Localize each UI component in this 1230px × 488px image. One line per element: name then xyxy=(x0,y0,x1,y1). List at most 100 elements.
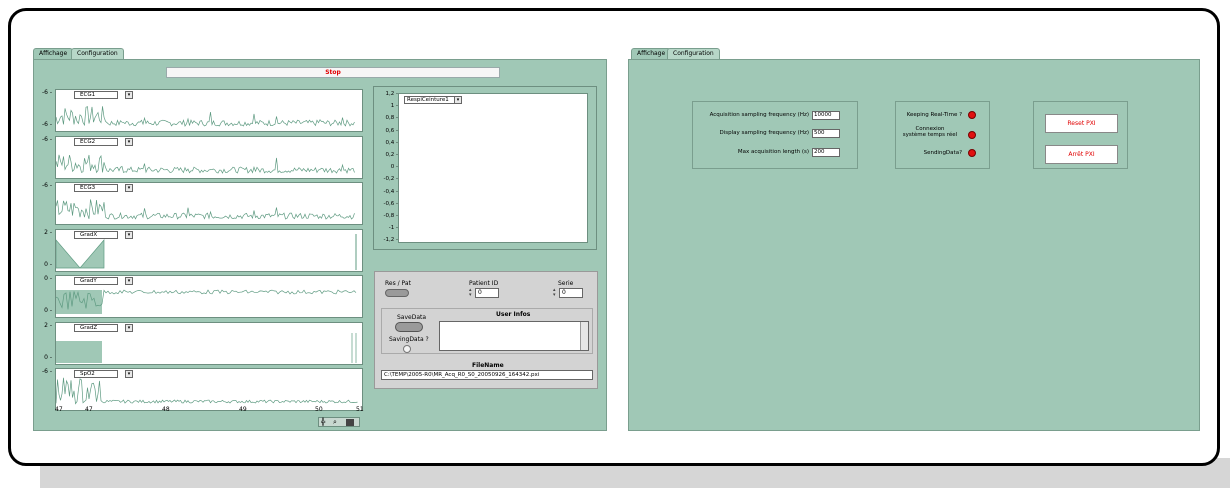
pan-tool-icon[interactable] xyxy=(346,419,354,426)
user-infos-textarea[interactable] xyxy=(439,321,589,351)
keeping-realtime-led xyxy=(968,111,976,119)
tab-configuration[interactable]: Configuration xyxy=(71,48,124,59)
reset-pxi-button[interactable]: Reset PXI xyxy=(1045,114,1118,133)
waveform-fill xyxy=(56,340,102,363)
x-tick: 51 xyxy=(356,406,364,413)
chevron-down-icon[interactable]: ▾ xyxy=(125,91,133,99)
channel-select-gradz[interactable]: GradZ xyxy=(74,323,118,332)
resp-y-tick: -0,8 - xyxy=(383,213,398,219)
respiration-plot-area: RespiCeinture1 ▾ xyxy=(398,93,588,243)
serie-field[interactable]: 0 xyxy=(559,288,583,298)
waveform-trace xyxy=(56,199,355,220)
save-data-label: SaveData xyxy=(397,314,427,321)
connexion-led xyxy=(968,131,976,139)
y-tick: -6 - xyxy=(41,368,52,375)
strip-chart-ecg2: ECG2 ▾ xyxy=(55,135,363,179)
strip-chart-ecg1: ECG1 ▾ xyxy=(55,89,363,132)
sending-data-label: SendingData? xyxy=(923,150,962,156)
chevron-down-icon[interactable]: ▾ xyxy=(125,137,133,146)
y-tick: 0 - xyxy=(44,353,52,361)
strip-chart-ecg3: ECG3 ▾ xyxy=(55,182,363,225)
y-tick: 0 - xyxy=(44,307,52,314)
sending-data-led xyxy=(968,149,976,157)
strip-chart-grady: GradY ▾ xyxy=(55,275,363,318)
channel-select-grady[interactable]: GradY xyxy=(74,277,118,285)
patient-id-stepper-icon[interactable]: ▴ ▾ xyxy=(469,288,474,298)
y-tick: -6 - xyxy=(41,135,52,143)
respiration-chart: 1,2 - 1 - 0,8 - 0,6 - 0,4 - 0,2 - 0 - -0,2 - -0,… xyxy=(373,86,597,250)
pxi-buttons-group: Reset PXI Arrêt PXI xyxy=(1033,101,1128,169)
filename-field[interactable]: C:\TEMP\2005-R0\MR_Acq_R0_S0_20050926_16… xyxy=(381,370,593,380)
strip-chart-spo2: SpO2 ▾ xyxy=(55,368,363,411)
x-tick: 47 xyxy=(55,406,63,413)
save-data-button[interactable] xyxy=(395,322,423,332)
channel-select-gradx[interactable]: GradX xyxy=(74,230,118,239)
y-tick: 2 - xyxy=(44,321,52,329)
res-pat-label: Res / Pat xyxy=(385,280,411,287)
res-pat-toggle[interactable] xyxy=(385,289,409,297)
resp-y-tick: -0,2 - xyxy=(383,176,398,183)
cursor-tool-icon[interactable]: ╬ xyxy=(321,418,325,427)
channel-select-ecg2[interactable]: ECG2 xyxy=(74,137,118,146)
tab-configuration-right[interactable]: Configuration xyxy=(667,48,720,59)
stop-pxi-button[interactable]: Arrêt PXI xyxy=(1045,145,1118,164)
disp-freq-label: Display sampling frequency (Hz) xyxy=(719,130,809,136)
x-tick: 48 xyxy=(162,406,170,413)
acquisition-controls: Res / Pat Patient ID ▴ ▾ 0 Serie ▴ ▾ 0 Sav… xyxy=(374,271,598,389)
acq-freq-field[interactable]: 10000 xyxy=(812,111,840,120)
patient-id-field[interactable]: 0 xyxy=(475,288,499,298)
waveform-trace xyxy=(351,332,357,363)
strip-chart-gradz: GradZ ▾ xyxy=(55,321,363,365)
resp-y-tick: 0 - xyxy=(390,164,398,171)
chevron-down-icon[interactable]: ▾ xyxy=(454,96,462,104)
y-tick: -6 - xyxy=(41,182,52,189)
y-tick: -6 - xyxy=(41,89,52,96)
scrollbar[interactable] xyxy=(580,322,588,350)
resp-y-tick: 1 - xyxy=(390,103,398,110)
resp-channel-select[interactable]: RespiCeinture1 xyxy=(404,96,460,104)
strip-chart-group: ECG1 ▾ -6 - -6 - ECG2 ▾ -6 - ECG3 ▾ -6 - GradX ▾ 2 -… xyxy=(38,89,366,414)
resp-y-tick: 0,6 - xyxy=(385,127,398,134)
acq-freq-label: Acquisition sampling frequency (Hz) xyxy=(709,112,809,118)
chevron-down-icon[interactable]: ▾ xyxy=(125,323,133,332)
max-length-field[interactable]: 200 xyxy=(812,148,840,157)
frequency-settings-group: Acquisition sampling frequency (Hz) 1000… xyxy=(692,101,858,169)
max-length-label: Max acquisition length (s) xyxy=(737,149,809,155)
chevron-down-icon[interactable]: ▾ xyxy=(125,230,133,239)
channel-select-spo2[interactable]: SpO2 xyxy=(74,370,118,378)
connexion-label: Connexion système temps réel xyxy=(902,126,958,138)
resp-y-tick: 0,8 - xyxy=(385,115,398,122)
stop-button[interactable]: Stop xyxy=(166,67,500,78)
waveform-trace xyxy=(56,377,358,405)
disp-freq-field[interactable]: 500 xyxy=(812,129,840,138)
channel-select-ecg1[interactable]: ECG1 xyxy=(74,91,118,99)
graph-palette[interactable]: ╬ ⌕ xyxy=(318,417,360,427)
resp-y-tick: -0,4 - xyxy=(383,188,398,195)
resp-y-tick: 0,2 - xyxy=(385,152,398,158)
waveform-trace xyxy=(56,238,105,269)
user-infos-label: User Infos xyxy=(496,311,531,318)
x-tick: 47 xyxy=(85,406,93,413)
resp-y-tick: -1 - xyxy=(388,225,398,232)
keeping-realtime-label: Keeping Real-Time ? xyxy=(906,112,962,118)
chevron-down-icon[interactable]: ▾ xyxy=(125,370,133,378)
patient-id-label: Patient ID xyxy=(469,280,499,287)
saving-data-indicator xyxy=(403,345,411,353)
chevron-down-icon[interactable]: ▾ xyxy=(125,184,133,192)
serie-stepper-icon[interactable]: ▴ ▾ xyxy=(553,288,558,298)
y-tick: -6 - xyxy=(41,121,52,128)
resp-y-tick: -1,2 - xyxy=(383,237,398,244)
y-tick: 0 - xyxy=(44,260,52,268)
zoom-tool-icon[interactable]: ⌕ xyxy=(333,418,337,427)
strip-chart-gradx: GradX ▾ xyxy=(55,228,363,272)
chevron-down-icon[interactable]: ▾ xyxy=(125,277,133,285)
filename-label: FileName xyxy=(472,362,504,369)
x-tick: 50 xyxy=(315,406,323,413)
waveform-trace xyxy=(56,106,355,127)
channel-select-ecg3[interactable]: ECG3 xyxy=(74,184,118,192)
y-tick: 2 - xyxy=(44,228,52,236)
y-tick: 0 - xyxy=(44,275,52,282)
resp-y-tick: 0,4 - xyxy=(385,139,398,146)
resp-y-tick: -0,6 - xyxy=(383,200,398,207)
resp-y-tick: 1,2 - xyxy=(385,91,398,97)
